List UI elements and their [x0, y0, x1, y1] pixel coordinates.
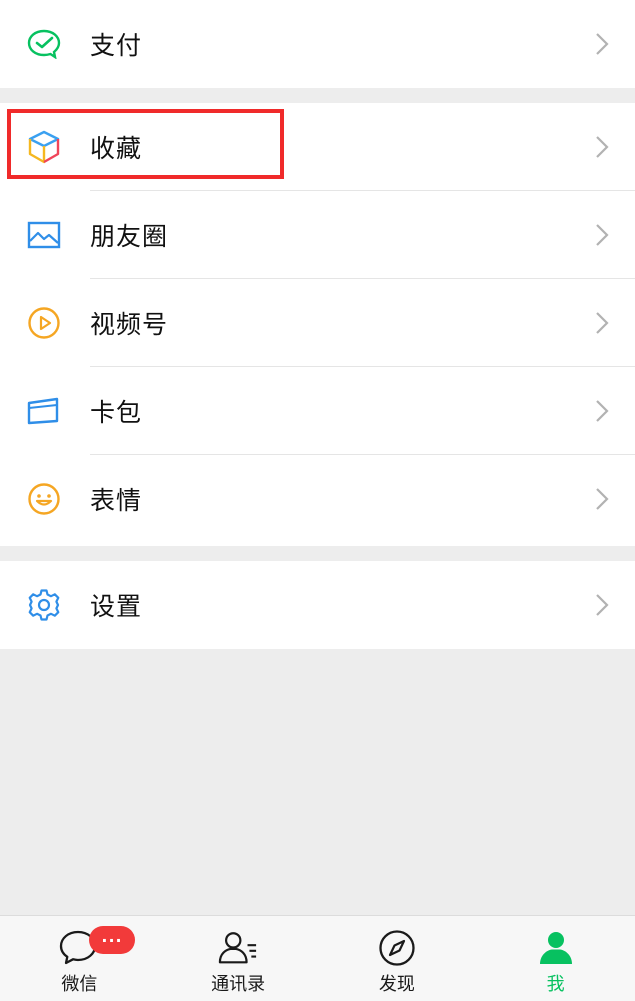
tab-label: 微信	[61, 974, 98, 995]
tab-contacts[interactable]: 通讯录	[159, 916, 318, 1001]
chevron-right-icon	[596, 33, 609, 55]
menu-item-label: 朋友圈	[90, 222, 169, 251]
menu-item-label: 支付	[90, 31, 143, 60]
settings-icon	[26, 587, 62, 623]
menu-item-label: 卡包	[90, 398, 143, 427]
chevron-right-icon	[596, 488, 609, 510]
chevron-right-icon	[596, 136, 609, 158]
menu-group-main: 收藏 朋友圈 视频号 卡包 表情	[0, 103, 635, 546]
menu-item-favorites[interactable]: 收藏	[0, 103, 635, 191]
contacts-icon	[218, 928, 258, 968]
moments-icon	[26, 217, 62, 253]
pay-icon	[26, 26, 62, 62]
discover-icon	[377, 928, 417, 968]
card-wallet-icon	[26, 393, 62, 429]
sticker-icon	[26, 481, 62, 517]
chevron-right-icon	[596, 224, 609, 246]
channels-icon	[26, 305, 62, 341]
chevron-right-icon	[596, 594, 609, 616]
menu-item-card-wallet[interactable]: 卡包	[0, 367, 635, 455]
menu-item-label: 表情	[90, 486, 143, 515]
menu-group-pay: 支付	[0, 0, 635, 88]
menu-item-channels[interactable]: 视频号	[0, 279, 635, 367]
tab-me[interactable]: 我	[476, 916, 635, 1001]
menu-item-pay[interactable]: 支付	[0, 0, 635, 88]
bottom-tab-bar: ··· 微信 通讯录 发现 我	[0, 915, 635, 1001]
menu-item-moments[interactable]: 朋友圈	[0, 191, 635, 279]
unread-badge: ···	[89, 926, 135, 954]
tab-label: 发现	[378, 974, 415, 995]
tab-discover[interactable]: 发现	[318, 916, 477, 1001]
menu-item-label: 设置	[90, 592, 143, 621]
menu-item-stickers[interactable]: 表情	[0, 455, 635, 543]
chevron-right-icon	[596, 400, 609, 422]
favorites-icon	[26, 129, 62, 165]
menu-item-label: 视频号	[90, 310, 169, 339]
chevron-right-icon	[596, 312, 609, 334]
tab-label: 我	[546, 974, 565, 995]
tab-label: 通讯录	[211, 974, 266, 995]
menu-item-settings[interactable]: 设置	[0, 561, 635, 649]
tab-chats[interactable]: ··· 微信	[0, 916, 159, 1001]
me-icon	[536, 928, 576, 968]
menu-group-settings: 设置	[0, 561, 635, 649]
menu-item-label: 收藏	[90, 134, 143, 163]
